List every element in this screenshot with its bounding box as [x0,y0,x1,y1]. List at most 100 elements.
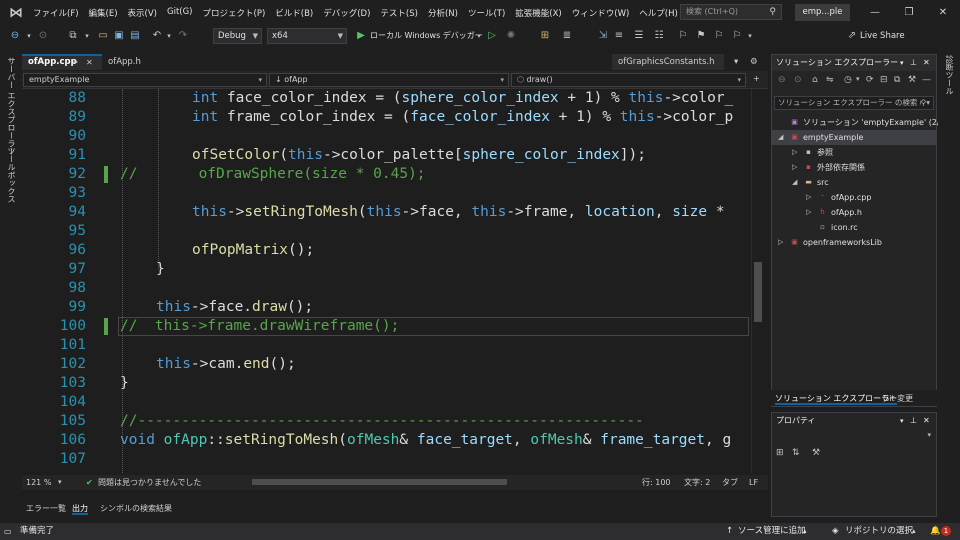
code-line[interactable]: 107 [22,450,757,469]
menu-item[interactable]: 表示(V) [123,7,162,19]
wrench-icon[interactable]: ⚒ [908,75,916,85]
menu-item[interactable]: プロジェクト(P) [198,7,271,19]
expand-arrow-icon[interactable]: ▷ [792,145,797,160]
menu-item[interactable]: 編集(E) [84,7,123,19]
tree-item[interactable]: ▷ ▪ 参照 [772,145,936,160]
pin-icon[interactable]: ⊥ [910,55,917,71]
diagnostics-tab[interactable]: 診断ツール [944,55,955,95]
toolbar-overflow-icon[interactable]: ▾ [745,28,755,44]
code-line[interactable]: 92 // ofDrawSphere(size * 0.45); [22,165,757,184]
code-line[interactable]: 97} [22,260,757,279]
switch-view-icon[interactable]: ⇋ [826,75,834,85]
new-dropdown-icon[interactable]: ▾ [82,28,92,44]
expand-arrow-icon[interactable]: ▷ [806,190,811,205]
tab-ofapp-h[interactable]: ofApp.h [102,54,162,70]
step-icon[interactable]: ⇲ [596,28,610,44]
live-share-button[interactable]: Live Share [860,28,905,44]
menu-item[interactable]: ファイル(F) [28,7,84,19]
platform-select[interactable]: x64 ▼ [267,28,347,44]
chevron-up-icon[interactable]: ▴ [912,523,916,540]
pin-icon[interactable]: ⊥ [910,413,917,429]
history-dropdown-icon[interactable]: ▾ [856,75,860,83]
settings-icon[interactable]: ⚙ [744,54,758,70]
code-line[interactable]: 100 // this->frame.drawWireframe(); [22,317,757,336]
tree-item[interactable]: ◢ ▬ src [772,175,936,190]
horizontal-scroll-thumb[interactable] [252,479,507,485]
bookmark-next-icon[interactable]: ⚐ [712,28,726,44]
dropdown-icon[interactable]: ▾ [900,413,904,429]
zoom-level[interactable]: 121 % [26,475,51,490]
code-line[interactable]: 93 [22,184,757,203]
search-icon[interactable]: ⚲ [769,5,776,19]
code-line[interactable]: 95 [22,222,757,241]
line-number[interactable]: 行: 100 [642,475,671,490]
expand-arrow-icon[interactable]: ◢ [792,175,797,190]
code-line[interactable]: 90 [22,127,757,146]
properties-icon[interactable]: — [922,75,931,85]
menu-item[interactable]: テスト(S) [375,7,423,19]
toolbox-tab[interactable]: ツールボックス [6,147,17,203]
pin-icon[interactable]: ⊸ [72,56,78,69]
chevron-up-icon[interactable]: ▴ [803,523,807,540]
tab-solution-explorer[interactable]: ソリューション エクスプローラー [775,392,898,405]
tab-list-dropdown-icon[interactable]: ▾ [728,54,742,70]
menu-item[interactable]: 拡張機能(X) [510,7,566,19]
tab-ofgraphicsconstants-h[interactable]: ofGraphicsConstants.h [612,54,724,70]
solution-title-tab[interactable]: emp...ple [795,4,850,21]
history-icon[interactable]: ◷ [844,75,852,85]
back-dropdown-icon[interactable]: ▾ [24,28,34,44]
search-input[interactable]: 検索 (Ctrl+Q) ⚲ [680,4,782,20]
home-icon[interactable]: ⌂ [812,75,818,85]
issues-status[interactable]: 問題は見つかりませんでした [98,475,201,490]
code-line[interactable]: 99 this->face.draw(); [22,298,757,317]
tree-item[interactable]: ▣ ソリューション 'emptyExample' (2/2 プ [772,115,955,130]
align-icon[interactable]: ≡ [612,28,626,44]
live-share-icon[interactable]: ⇗ [845,28,859,44]
select-repository[interactable]: リポジトリの選択 [845,523,913,540]
code-line[interactable]: 96 ofPopMatrix(); [22,241,757,260]
code-line[interactable]: 103} [22,374,757,393]
code-line[interactable]: 94 this->setRingToMesh(this->face, this->… [22,203,757,222]
code-line[interactable]: 106 void ofApp::setRingToMesh(ofMesh& fac… [22,431,757,450]
visual-studio-logo-icon[interactable]: ⋈ [4,0,28,25]
vertical-scroll-thumb[interactable] [754,262,762,322]
code-line[interactable]: 101 [22,336,757,355]
tree-item[interactable]: ▷ h ofApp.h [772,205,936,220]
refresh-icon[interactable]: ⟳ [866,75,874,85]
code-line[interactable]: 105 //-----------------------------------… [22,412,757,431]
tree-item[interactable]: ▫ icon.rc [772,220,936,235]
code-line[interactable]: 91 ofSetColor(this->color_palette[sphere_… [22,146,757,165]
save-all-icon[interactable]: ▤ [128,28,142,44]
forward-icon[interactable]: ⊙ [794,75,802,85]
bookmark-prev-icon[interactable]: ⚑ [694,28,708,44]
tab-error-list[interactable]: エラー一覧 [26,502,66,515]
start-without-debug-icon[interactable]: ▷ [486,28,498,44]
code-line[interactable]: 98 [22,279,757,298]
configuration-select[interactable]: Debug ▼ [213,28,262,44]
split-icon[interactable]: + [748,73,766,87]
scope-dropdown[interactable]: ↓ ofApp ▾ [269,73,509,87]
code-line[interactable]: 102 this->cam.end(); [22,355,757,374]
undo-dropdown-icon[interactable]: ▾ [164,28,174,44]
new-project-icon[interactable]: ⧉ [66,28,80,44]
categorized-icon[interactable]: ⊞ [776,448,784,458]
tree-item[interactable]: ◢ ▣ emptyExample [772,130,936,145]
collapse-all-icon[interactable]: ⊟ [880,75,888,85]
code-editor[interactable]: 88 int face_color_index = (sphere_color_i… [22,89,757,473]
server-explorer-tab[interactable]: サーバー エクスプローラー [6,57,17,156]
bookmark-icon[interactable]: ⚐ [676,28,690,44]
open-folder-icon[interactable]: ▭ [96,28,110,44]
code-line[interactable]: 88 int face_color_index = (sphere_color_i… [22,89,757,108]
close-icon[interactable]: ✕ [926,0,960,25]
tab-git-changes[interactable]: Git 変更 [883,392,913,405]
menu-item[interactable]: ビルド(B) [270,7,318,19]
expand-arrow-icon[interactable]: ◢ [778,130,783,145]
uncomment-icon[interactable]: ☷ [652,28,666,44]
properties-object-select[interactable]: ▾ [774,431,934,445]
tab-ofapp-cpp[interactable]: ofApp.cpp ⊸ ✕ [22,54,102,70]
tree-item[interactable]: ▷ ⁺ ofApp.cpp [772,190,936,205]
back-icon[interactable]: ⊖ [8,28,22,44]
code-line[interactable]: 104 [22,393,757,412]
tree-item[interactable]: ▷ ▪ 外部依存関係 [772,160,936,175]
restore-icon[interactable]: ❐ [892,0,926,25]
